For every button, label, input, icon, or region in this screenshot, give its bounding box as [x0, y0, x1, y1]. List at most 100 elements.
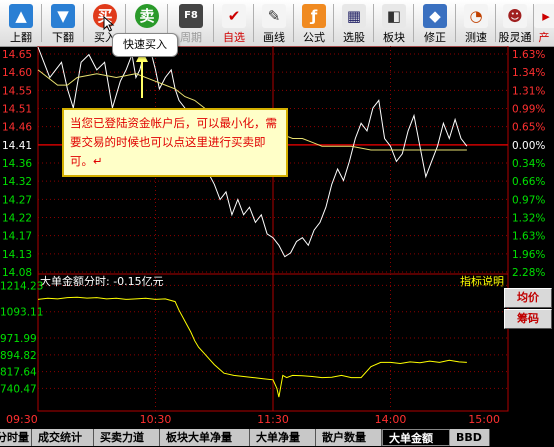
toolbar-button-speed-test[interactable]: ◔ 测速: [456, 0, 496, 46]
y-tick-label-right: 0.00%: [512, 140, 545, 152]
watchlist-icon: ✔: [222, 4, 246, 28]
y-tick-label-right: 1.31%: [512, 85, 545, 97]
toolbar-button-gulingtong[interactable]: ☻ 股灵通: [496, 0, 534, 46]
toolbar-separator: [533, 4, 534, 42]
y-tick-label: 14.41: [2, 140, 32, 152]
tab-6[interactable]: 大单金额: [382, 429, 450, 446]
tab-5[interactable]: 散户数量: [316, 429, 382, 446]
formula-icon: ƒ: [302, 4, 326, 28]
lower-y-tick-label: 1093.11: [0, 307, 43, 319]
quick-buy-tooltip: 快速买入: [112, 33, 178, 57]
toolbar-button-sector[interactable]: ◧ 板块: [374, 0, 414, 46]
revise-icon: ◆: [423, 4, 447, 28]
tab-0[interactable]: 分时量: [0, 429, 32, 446]
toolbar-separator: [41, 4, 42, 42]
chart-area: 14.65 1.63% 14.60 1.34% 14.55 1.31% 14.51 0.99%…: [0, 46, 545, 426]
arrow-down-icon: ▼: [51, 4, 75, 28]
lower-y-tick-label: 817.64: [0, 367, 37, 379]
chip-button[interactable]: 筹码: [504, 309, 552, 329]
y-tick-label-right: 1.32%: [512, 213, 545, 225]
lower-y-tick-label: 740.47: [0, 383, 37, 395]
toolbar-button-formula[interactable]: ƒ 公式: [294, 0, 334, 46]
y-tick-label: 14.60: [2, 67, 32, 79]
x-tick-label: 15:00: [468, 413, 500, 426]
y-tick-label: 14.36: [2, 158, 32, 170]
y-tick-label: 14.17: [2, 231, 32, 243]
toolbar-button-label: 画线: [263, 31, 285, 44]
bottom-tabs: 分时量 成交统计 买卖力道 板块大单净量 大单净量 散户数量 大单金额 BBD: [0, 427, 554, 447]
toolbar: ▲ 上翻 ▼ 下翻买买入卖 F8 周期 ✔ 自选 ✎ 画线 ƒ 公式 ▦ 选股 ◧ 板块 ◆ 修正 ◔ 测速 ☻ 股灵通 ▸…: [0, 0, 554, 47]
toolbar-button-label: 选股: [343, 31, 365, 44]
y-tick-label: 14.55: [2, 85, 32, 97]
toolbar-button-label: 自选: [223, 31, 245, 44]
y-tick-label-right: 0.34%: [512, 158, 545, 170]
gulingtong-icon: ☻: [503, 4, 527, 28]
toolbar-separator: [253, 4, 254, 42]
arrow-up-icon: ▲: [9, 4, 33, 28]
y-tick-label-right: 0.97%: [512, 194, 545, 206]
y-tick-label: 14.46: [2, 122, 32, 134]
toolbar-button-label: 测速: [465, 31, 487, 44]
x-tick-label: 10:30: [140, 413, 172, 426]
y-tick-label: 14.32: [2, 176, 32, 188]
toolbar-button-more[interactable]: ▸ 产: [534, 0, 554, 46]
x-tick-label: 09:30: [6, 413, 38, 426]
more-icon: ▸: [534, 4, 554, 28]
tab-7[interactable]: BBD: [450, 429, 490, 446]
toolbar-button-stock-picker[interactable]: ▦ 选股: [334, 0, 374, 46]
tab-2[interactable]: 买卖力道: [94, 429, 160, 446]
toolbar-separator: [333, 4, 334, 42]
x-tick-label: 11:30: [257, 413, 289, 426]
y-tick-label-right: 1.63%: [512, 231, 545, 243]
y-tick-label: 14.51: [2, 104, 32, 116]
toolbar-separator: [455, 4, 456, 42]
toolbar-button-label: 下翻: [52, 31, 74, 44]
avg-price-button[interactable]: 均价: [504, 288, 552, 308]
help-note: 当您已登陆资金帐户后，可以最小化，需要交易的时候也可以点这里进行买卖即可。↵: [62, 108, 288, 177]
toolbar-button-label: 上翻: [10, 31, 32, 44]
y-tick-label: 14.22: [2, 213, 32, 225]
tab-4[interactable]: 大单净量: [250, 429, 316, 446]
mouse-cursor-icon: [103, 16, 115, 32]
toolbar-button-label: 股灵通: [498, 31, 532, 44]
toolbar-separator: [293, 4, 294, 42]
toolbar-separator: [495, 4, 496, 42]
period-icon: F8: [179, 4, 203, 28]
y-tick-label: 14.65: [2, 49, 32, 61]
toolbar-button-label: 公式: [303, 31, 325, 44]
y-tick-label-right: 1.63%: [512, 49, 545, 61]
y-tick-label-right: 1.96%: [512, 249, 545, 261]
y-tick-label-right: 2.28%: [512, 267, 545, 279]
help-note-text: 当您已登陆资金帐户后，可以最小化，需要交易的时候也可以点这里进行买卖即可。↵: [70, 116, 277, 168]
draw-line-icon: ✎: [262, 4, 286, 28]
sector-icon: ◧: [382, 4, 406, 28]
y-tick-label: 14.13: [2, 249, 32, 261]
lower-y-tick-label: 1214.23: [0, 280, 43, 292]
toolbar-button-arrow-down[interactable]: ▼ 下翻: [42, 0, 84, 46]
toolbar-button-watchlist[interactable]: ✔ 自选: [214, 0, 254, 46]
lower-y-tick-label: 971.99: [0, 333, 37, 345]
y-tick-label-right: 0.66%: [512, 176, 545, 188]
y-tick-label: 14.08: [2, 267, 32, 279]
toolbar-separator: [373, 4, 374, 42]
stock-picker-icon: ▦: [342, 4, 366, 28]
toolbar-separator: [83, 4, 84, 42]
toolbar-separator: [413, 4, 414, 42]
y-tick-label: 14.27: [2, 194, 32, 206]
sell-icon: 卖: [135, 4, 159, 28]
toolbar-button-label: 修正: [424, 31, 446, 44]
toolbar-button-draw-line[interactable]: ✎ 画线: [254, 0, 294, 46]
y-tick-label-right: 0.99%: [512, 104, 545, 116]
toolbar-button-arrow-up[interactable]: ▲ 上翻: [0, 0, 42, 46]
y-tick-label-right: 1.34%: [512, 67, 545, 79]
toolbar-separator: [213, 4, 214, 42]
y-tick-label-right: 0.65%: [512, 122, 545, 134]
lower-y-tick-label: 894.82: [0, 350, 37, 362]
toolbar-button-label: 产: [538, 31, 550, 44]
tab-1[interactable]: 成交统计: [32, 429, 94, 446]
speed-test-icon: ◔: [464, 4, 488, 28]
x-tick-label: 14:00: [375, 413, 407, 426]
toolbar-button-revise[interactable]: ◆ 修正: [414, 0, 456, 46]
toolbar-button-label: 板块: [383, 31, 405, 44]
tab-3[interactable]: 板块大单净量: [160, 429, 250, 446]
